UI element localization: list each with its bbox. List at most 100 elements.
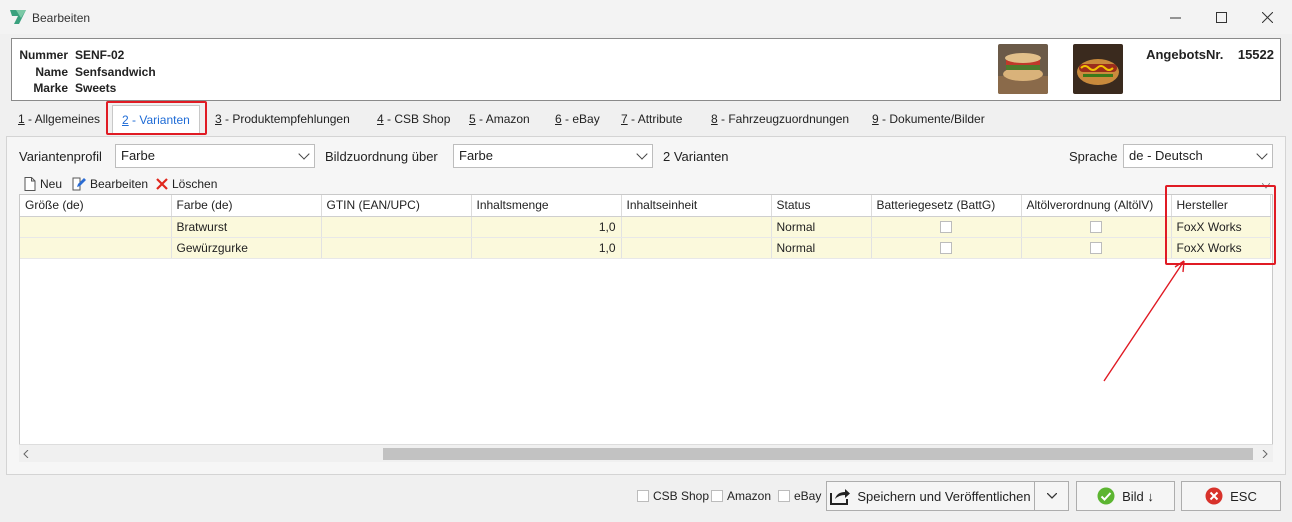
amazon-checkbox[interactable]: Amazon xyxy=(711,489,771,503)
window-title: Bearbeiten xyxy=(32,11,91,25)
column-header[interactable]: Inhaltseinheit xyxy=(621,195,772,217)
tab-label: - Dokumente/Bilder xyxy=(878,112,985,126)
checkbox-box xyxy=(711,490,723,502)
tab-csb-shop[interactable]: 4 - CSB Shop xyxy=(377,104,450,134)
new-label: Neu xyxy=(40,177,63,191)
chevron-down-icon xyxy=(298,148,310,160)
altoelv-checkbox[interactable] xyxy=(1090,242,1102,255)
checkbox-box xyxy=(637,490,649,502)
tab-label: - Varianten xyxy=(128,113,190,127)
csb-shop-checkbox[interactable]: CSB Shop xyxy=(637,489,709,503)
table-cell[interactable] xyxy=(871,237,1022,259)
battg-checkbox[interactable] xyxy=(940,221,952,234)
table-cell[interactable]: Normal xyxy=(771,237,872,259)
table-cell[interactable] xyxy=(621,216,772,238)
variantenprofil-value: Farbe xyxy=(121,148,155,163)
tab-amazon[interactable]: 5 - Amazon xyxy=(469,104,530,134)
table-cell[interactable] xyxy=(621,237,772,259)
csb-shop-label: CSB Shop xyxy=(653,489,710,503)
bildzuordnung-select[interactable]: Farbe xyxy=(453,144,653,168)
varianten-table: Größe (de) Farbe (de) GTIN (EAN/UPC) Inh… xyxy=(19,194,1273,462)
bildzuordnung-label: Bildzuordnung über xyxy=(325,149,438,164)
table-cell[interactable]: Bratwurst xyxy=(171,216,322,238)
tab-label: - Amazon xyxy=(475,112,530,126)
delete-button[interactable]: Löschen xyxy=(156,176,217,192)
table-cell[interactable] xyxy=(871,216,1022,238)
column-header[interactable]: Batteriegesetz (BattG) xyxy=(871,195,1022,217)
tab-key: 5 xyxy=(469,112,476,126)
sprache-select[interactable]: de - Deutsch xyxy=(1123,144,1273,168)
column-header[interactable]: Altölverordnung (AltölV) xyxy=(1021,195,1172,217)
altoelv-checkbox[interactable] xyxy=(1090,221,1102,234)
tab-produktempfehlungen[interactable]: 3 - Produktempfehlungen xyxy=(215,104,350,134)
edit-button[interactable]: Bearbeiten xyxy=(72,176,148,192)
tab-key: 4 xyxy=(377,112,384,126)
scroll-left-icon[interactable] xyxy=(23,450,29,458)
column-header[interactable]: Größe (de) xyxy=(20,195,172,217)
minimize-button[interactable] xyxy=(1152,4,1198,30)
table-cell[interactable] xyxy=(321,216,472,238)
ebay-checkbox[interactable]: eBay xyxy=(778,489,821,503)
column-header[interactable]: Status xyxy=(771,195,872,217)
sprache-value: de - Deutsch xyxy=(1129,148,1203,163)
tab-allgemeines[interactable]: 1 - Allgemeines xyxy=(18,104,100,134)
table-row[interactable]: Bratwurst 1,0 Normal FoxX Works xyxy=(20,216,1271,238)
name-label: Name xyxy=(35,65,68,79)
table-cell[interactable] xyxy=(1021,216,1172,238)
table-cell[interactable] xyxy=(20,216,172,238)
tab-label: - CSB Shop xyxy=(383,112,451,126)
scrollbar-thumb[interactable] xyxy=(383,448,1253,460)
table-cell[interactable]: 1,0 xyxy=(471,237,622,259)
table-cell[interactable] xyxy=(321,237,472,259)
column-header[interactable]: Farbe (de) xyxy=(171,195,322,217)
column-header[interactable]: GTIN (EAN/UPC) xyxy=(321,195,472,217)
bildzuordnung-value: Farbe xyxy=(459,148,493,163)
battg-checkbox[interactable] xyxy=(940,242,952,255)
tab-key: 7 xyxy=(621,112,628,126)
table-cell[interactable]: 1,0 xyxy=(471,216,622,238)
tab-key: 3 xyxy=(215,112,222,126)
variantenprofil-select[interactable]: Farbe xyxy=(115,144,315,168)
marke-label: Marke xyxy=(33,81,68,95)
tab-label: - Produktempfehlungen xyxy=(221,112,350,126)
publish-dropdown-button[interactable] xyxy=(1034,481,1069,511)
maximize-icon xyxy=(1215,11,1227,23)
horizontal-scrollbar[interactable] xyxy=(19,444,1273,462)
tab-fahrzeugzuordnungen[interactable]: 8 - Fahrzeugzuordnungen xyxy=(711,104,849,134)
new-button[interactable]: Neu xyxy=(24,176,62,192)
table-cell[interactable]: Gewürzgurke xyxy=(171,237,322,259)
table-row[interactable]: Gewürzgurke 1,0 Normal FoxX Works xyxy=(20,237,1271,259)
tab-bar: 1 - Allgemeines 2 - Varianten 3 - Produk… xyxy=(11,104,1281,135)
new-doc-icon xyxy=(24,177,36,191)
tab-attribute[interactable]: 7 - Attribute xyxy=(621,104,682,134)
column-header[interactable]: Hersteller xyxy=(1171,195,1271,217)
table-cell[interactable] xyxy=(20,237,172,259)
chevron-down-icon xyxy=(1256,148,1268,160)
tab-ebay[interactable]: 6 - eBay xyxy=(555,104,600,134)
bild-label: Bild ↓ xyxy=(1122,488,1154,504)
maximize-button[interactable] xyxy=(1198,4,1244,30)
chevron-down-icon xyxy=(1046,493,1057,499)
tab-dokumente-bilder[interactable]: 9 - Dokumente/Bilder xyxy=(872,104,985,134)
chevron-down-icon xyxy=(636,148,648,160)
bild-button[interactable]: Bild ↓ xyxy=(1076,481,1175,511)
column-header[interactable]: Inhaltsmenge xyxy=(471,195,622,217)
scroll-right-icon[interactable] xyxy=(1262,450,1268,458)
product-thumbnail-2[interactable] xyxy=(1073,44,1123,94)
product-thumbnail-1[interactable] xyxy=(998,44,1048,94)
angebot-number: AngebotsNr. 15522 xyxy=(1146,47,1274,62)
column-chooser-icon[interactable] xyxy=(1262,183,1270,189)
tab-varianten[interactable]: 2 - Varianten xyxy=(112,105,200,135)
publish-button[interactable]: Speichern und Veröffentlichen xyxy=(826,481,1035,511)
table-cell[interactable]: FoxX Works xyxy=(1171,216,1271,238)
close-button[interactable] xyxy=(1244,4,1290,30)
tab-key: 8 xyxy=(711,112,718,126)
esc-button[interactable]: ESC xyxy=(1181,481,1281,511)
share-icon xyxy=(830,489,851,505)
ebay-label: eBay xyxy=(794,489,822,503)
table-cell[interactable]: Normal xyxy=(771,216,872,238)
angebot-value: 15522 xyxy=(1237,47,1274,62)
app-icon xyxy=(10,10,26,24)
angebot-label: AngebotsNr. xyxy=(1146,47,1224,62)
name-value: Senfsandwich xyxy=(75,65,156,79)
